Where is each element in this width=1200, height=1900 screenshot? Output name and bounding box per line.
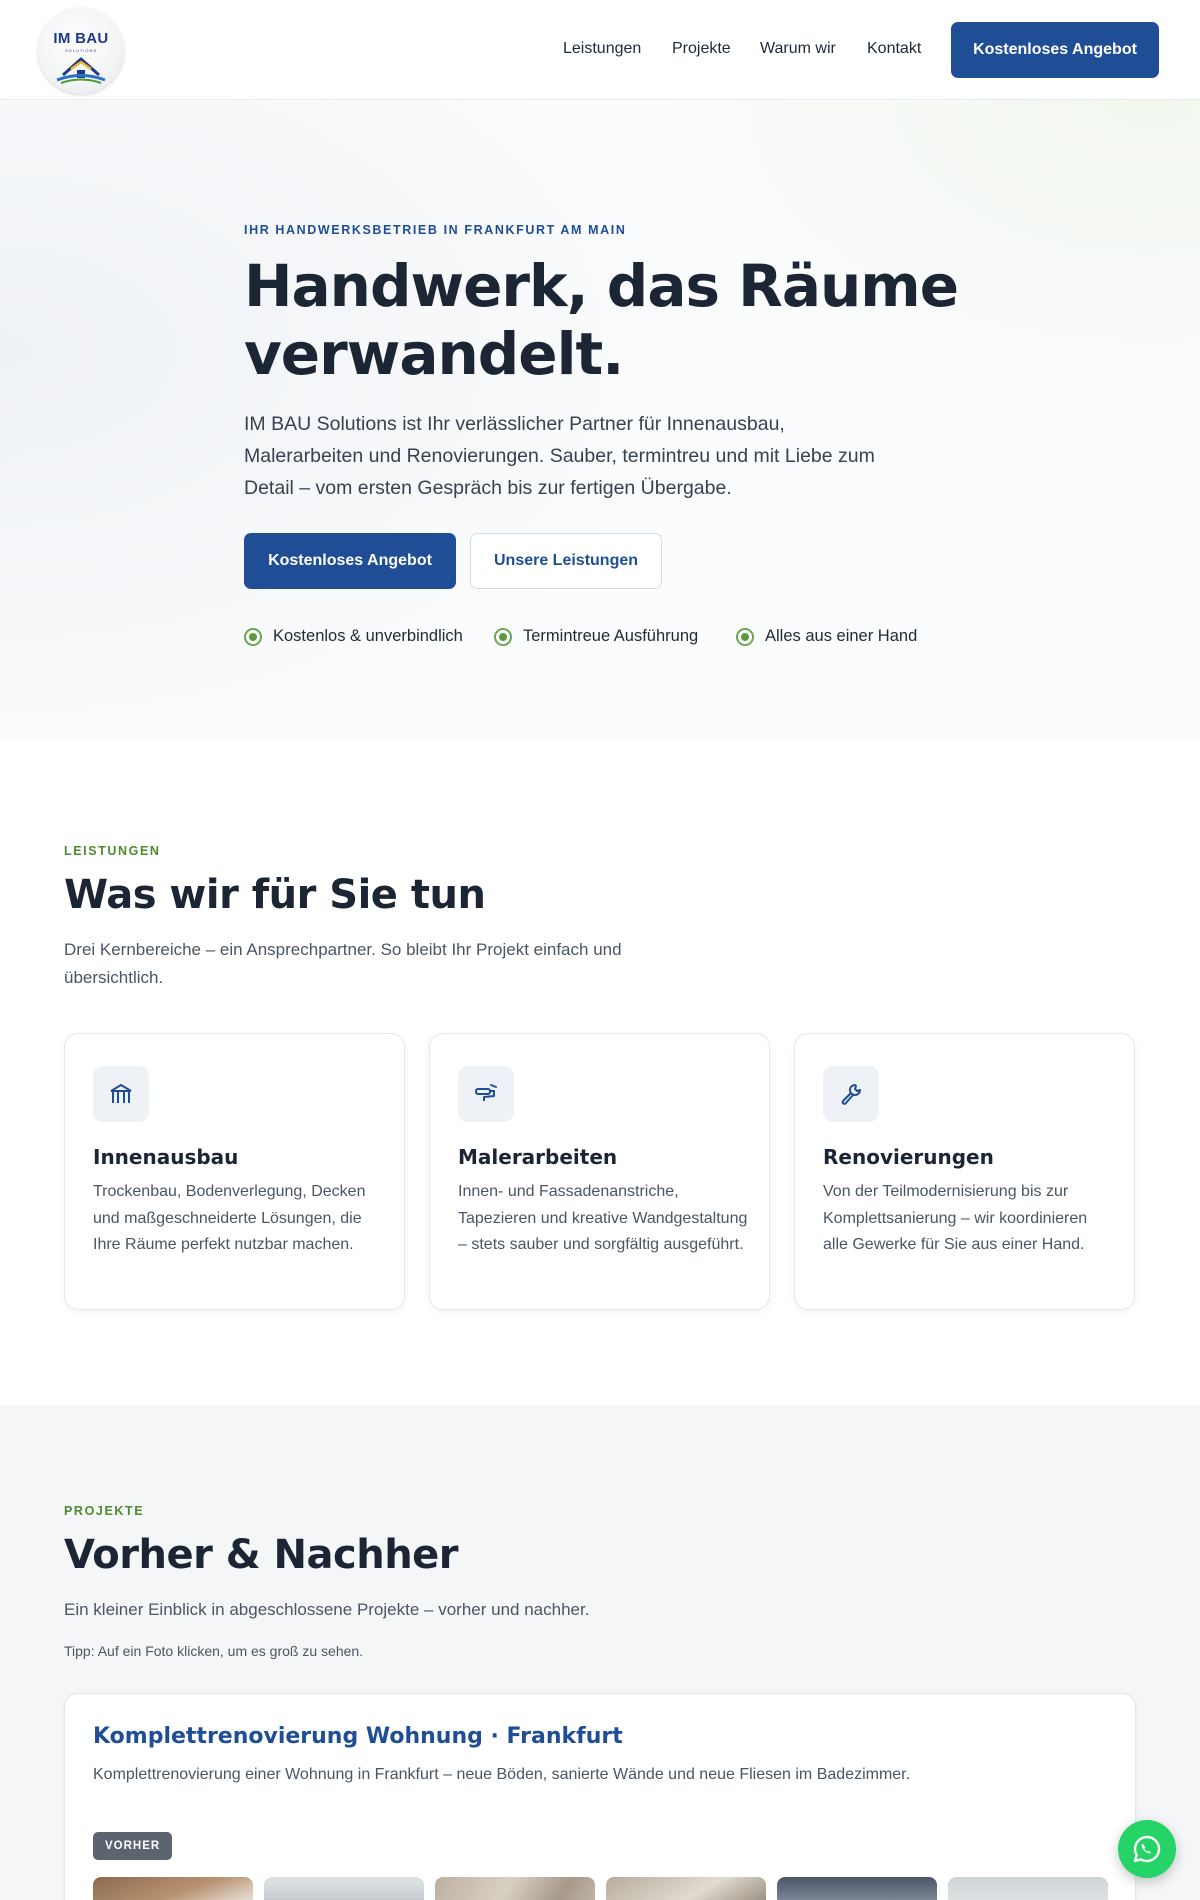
project-photo-thumbnail[interactable] [93,1877,253,1900]
hero-title: Handwerk, das Räume verwandelt. [244,252,959,388]
nav-link-leistungen[interactable]: Leistungen [563,40,641,58]
service-icon-box [458,1066,514,1122]
services-eyebrow: LEISTUNGEN [64,844,161,858]
paint-roller-icon [475,1084,497,1101]
benefit-item: Alles aus einer Hand [736,627,917,646]
before-badge: VORHER [93,1832,173,1860]
hero-offer-button[interactable]: Kostenloses Angebot [244,533,456,589]
nav-link-warum-wir[interactable]: Warum wir [760,40,836,58]
projects-eyebrow: PROJEKTE [64,1504,145,1518]
whatsapp-chat-button[interactable] [1118,1820,1176,1878]
hero-services-button[interactable]: Unsere Leistungen [470,533,662,589]
hero-section: IHR HANDWERKSBETRIEB IN FRANKFURT AM MAI… [0,100,1200,740]
service-text: Trockenbau, Bodenverlegung, Decken und m… [93,1183,366,1253]
project-photo-thumbnail[interactable] [606,1877,766,1900]
site-header: IM BAU SOLUTIONS Leistungen Projekte War… [0,0,1200,100]
benefit-label: Termintreue Ausführung [523,627,699,645]
services-description: Drei Kernbereiche – ein Ansprechpartner.… [64,940,622,987]
check-dot-icon [736,627,754,646]
service-icon-box [93,1066,149,1122]
service-text: Von der Teilmodernisierung bis zur Kompl… [823,1183,1088,1253]
hero-eyebrow: IHR HANDWERKSBETRIEB IN FRANKFURT AM MAI… [244,223,627,237]
project-photo-thumbnail[interactable] [435,1877,595,1900]
project-description: Komplettrenovierung einer Wohnung in Fra… [93,1766,911,1783]
whatsapp-icon [1133,1835,1161,1863]
project-card: Komplettrenovierung Wohnung · Frankfurt … [64,1693,1136,1900]
service-title: Malerarbeiten [458,1145,618,1169]
projects-section: PROJEKTE Vorher & Nachher Ein kleiner Ei… [0,1405,1200,1900]
benefit-item: Kostenlos & unverbindlich [244,627,463,646]
benefit-label: Kostenlos & unverbindlich [273,627,463,645]
building-icon [110,1084,132,1103]
projects-title: Vorher & Nachher [64,1532,459,1578]
project-photo-thumbnail[interactable] [777,1877,937,1900]
service-title: Renovierungen [823,1145,994,1169]
service-card-innenausbau[interactable]: Innenausbau Trockenbau, Bodenverlegung, … [64,1033,405,1310]
hero-description: IM BAU Solutions ist Ihr verlässlicher P… [244,413,875,499]
services-section: LEISTUNGEN Was wir für Sie tun Drei Kern… [0,740,1200,1405]
nav-link-projekte[interactable]: Projekte [672,40,731,58]
benefit-label: Alles aus einer Hand [765,627,918,645]
services-title: Was wir für Sie tun [64,872,486,918]
service-title: Innenausbau [93,1145,239,1169]
service-icon-box [823,1066,879,1122]
projects-tip: Tipp: Auf ein Foto klicken, um es groß z… [64,1643,364,1659]
project-title: Komplettrenovierung Wohnung · Frankfurt [93,1724,623,1749]
service-text: Innen- und Fassadenanstriche, Tapezieren… [458,1183,748,1253]
projects-description: Ein kleiner Einblick in abgeschlossene P… [64,1600,590,1619]
before-photo-gallery [93,1877,1113,1900]
benefit-item: Termintreue Ausführung [494,627,698,646]
project-photo-thumbnail[interactable] [264,1877,424,1900]
check-dot-icon [494,627,512,646]
service-card-malerarbeiten[interactable]: Malerarbeiten Innen- und Fassadenanstric… [429,1033,770,1310]
nav-link-kontakt[interactable]: Kontakt [867,40,921,58]
header-offer-button[interactable]: Kostenloses Angebot [951,22,1159,78]
main-navigation: Leistungen Projekte Warum wir Kontakt Ko… [0,0,1200,100]
check-dot-icon [244,627,262,646]
project-photo-thumbnail[interactable] [948,1877,1108,1900]
service-card-renovierungen[interactable]: Renovierungen Von der Teilmodernisierung… [794,1033,1135,1310]
wrench-icon [841,1084,861,1105]
